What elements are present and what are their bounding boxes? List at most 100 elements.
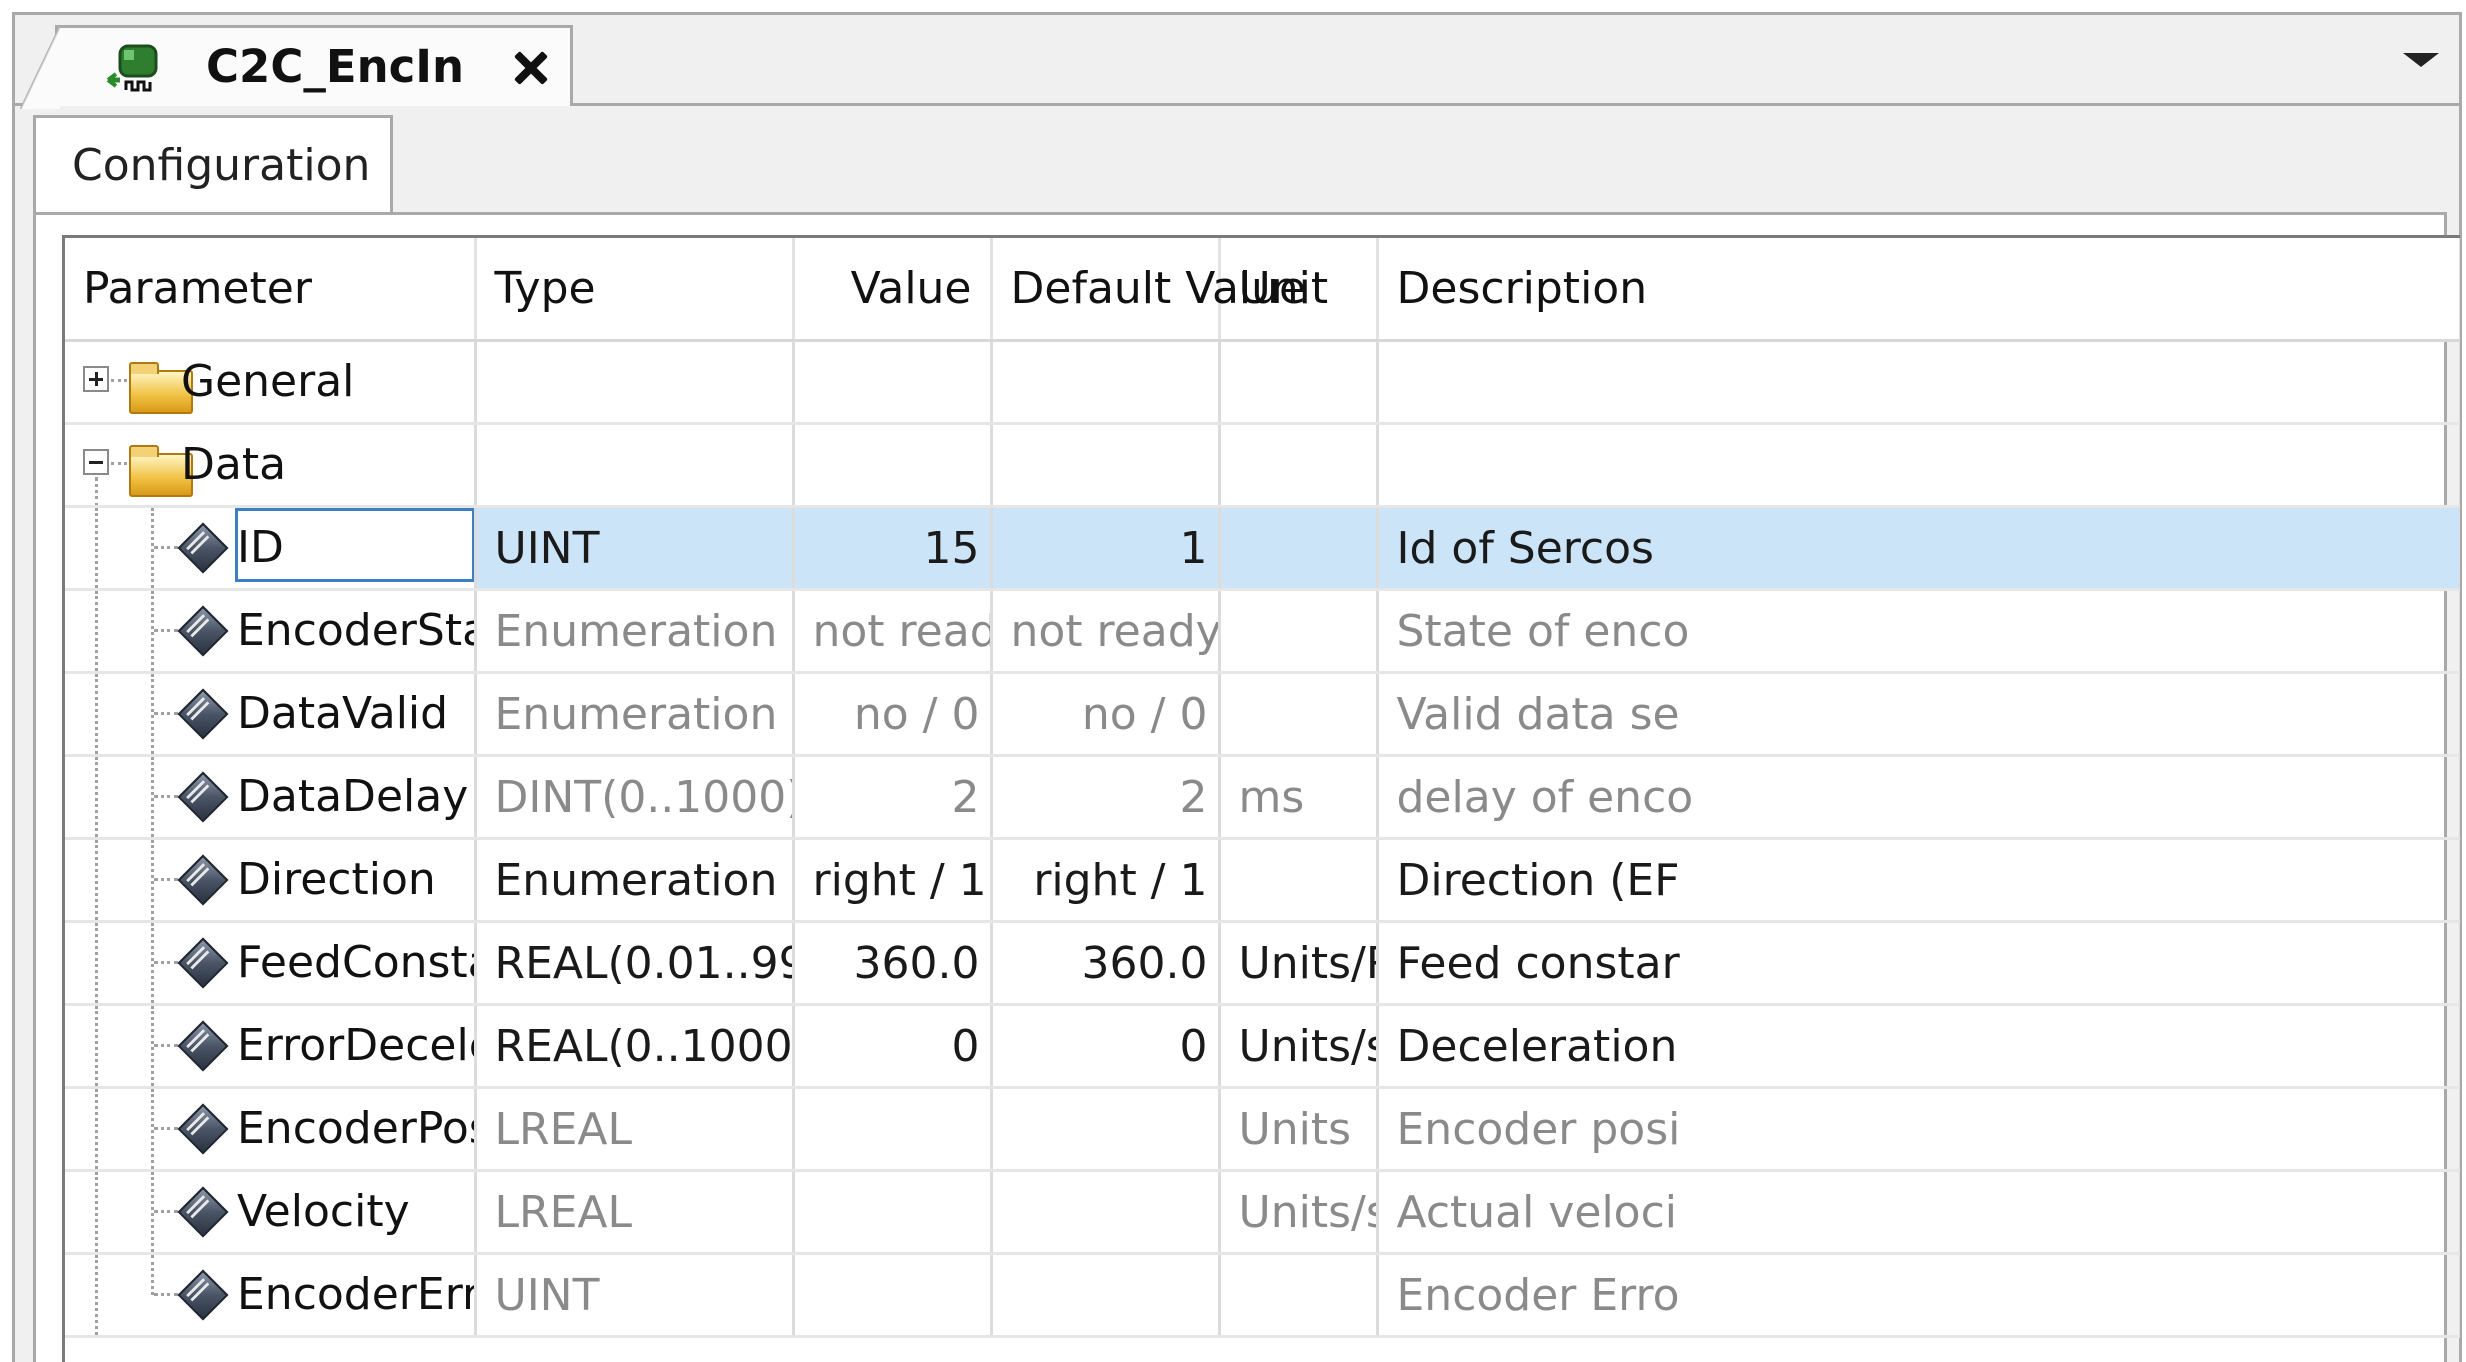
parameter-row[interactable]: DirectionEnumeration of BO...right / 1ri… [65, 838, 2460, 923]
parameter-icon [177, 771, 229, 823]
default-value-cell: 360.0 [991, 921, 1221, 1006]
description-cell: State of enco [1377, 589, 2460, 674]
parameter-name: EncoderPosition [237, 1103, 472, 1154]
default-value-cell [991, 1253, 1221, 1338]
column-header-description[interactable]: Description [1377, 238, 2460, 342]
parameter-cell[interactable]: EncoderError [65, 1253, 477, 1338]
parameter-grid: Parameter Type Value Default Value Unit … [62, 235, 2460, 1362]
default-value-cell: no / 0 [991, 672, 1221, 757]
unit-cell: Units/se... [1219, 1004, 1379, 1089]
value-cell[interactable]: right / 1 [793, 838, 993, 923]
value-cell[interactable] [793, 1253, 993, 1338]
unit-cell [1219, 672, 1379, 757]
configuration-panel: Parameter Type Value Default Value Unit … [33, 212, 2460, 1362]
parameter-name: DataValid [237, 688, 449, 739]
default-value-cell [991, 1087, 1221, 1172]
parameter-icon [177, 854, 229, 906]
parameter-cell[interactable]: ID [65, 506, 477, 591]
value-cell[interactable]: 2 [793, 755, 993, 840]
parameter-icon [177, 1269, 229, 1321]
parameter-row[interactable]: DataDelay DINT(0..1000) 2 2 ms delay of enco [65, 755, 2460, 840]
parameter-row[interactable]: DataValidEnumeration of BO...no / 0no / … [65, 672, 2460, 757]
group-unit-cell [1219, 340, 1379, 425]
description-cell: delay of enco [1377, 755, 2460, 840]
collapse-icon[interactable] [83, 449, 109, 475]
group-unit-cell [1219, 423, 1379, 508]
description-cell: Feed constar [1377, 921, 2460, 1006]
description-cell: Valid data se [1377, 672, 2460, 757]
default-value-cell: right / 1 [991, 838, 1221, 923]
encoder-device-icon [106, 44, 158, 92]
parameter-row[interactable]: EncoderPositionLREAL UnitsEncoder posi [65, 1087, 2460, 1172]
document-tab-strip: C2C_EncIn [15, 15, 2459, 109]
parameter-cell[interactable]: DataDelay [65, 755, 477, 840]
description-cell: Encoder Erro [1377, 1253, 2460, 1338]
parameter-cell[interactable]: EncoderState [65, 589, 477, 674]
parameter-cell[interactable]: DataValid [65, 672, 477, 757]
group-value-cell [793, 423, 993, 508]
unit-cell [1219, 506, 1379, 591]
expand-icon[interactable] [83, 366, 109, 392]
value-cell[interactable]: 0 [793, 1004, 993, 1089]
value-cell[interactable]: 360.0 [793, 921, 993, 1006]
default-value-cell [991, 1170, 1221, 1255]
description-cell: Direction (EF [1377, 838, 2460, 923]
parameter-row[interactable]: Velocity LREAL Units/secActual veloci [65, 1170, 2460, 1255]
unit-cell [1219, 838, 1379, 923]
group-description-cell [1377, 340, 2460, 425]
type-cell: Enumeration of BO... [475, 672, 795, 757]
default-value-cell: 0 [991, 1004, 1221, 1089]
value-cell[interactable] [793, 1087, 993, 1172]
tab-configuration-label: Configuration [72, 140, 371, 191]
column-header-default-value[interactable]: Default Value [991, 238, 1306, 342]
parameter-cell[interactable]: Direction [65, 838, 477, 923]
type-cell: LREAL [475, 1087, 795, 1172]
value-cell[interactable]: no / 0 [793, 672, 993, 757]
type-cell: REAL(0..100000000) [475, 1004, 795, 1089]
default-value-cell: 2 [991, 755, 1221, 840]
parameter-row[interactable]: EncoderErrorUINT Encoder Erro [65, 1253, 2460, 1338]
description-cell: Actual veloci [1377, 1170, 2460, 1255]
parameter-cell[interactable]: FeedConstant [65, 921, 477, 1006]
type-cell: UINT [475, 1253, 795, 1338]
parameter-name: DataDelay [237, 771, 469, 822]
parameter-name: FeedConstant [237, 937, 472, 988]
parameter-icon [177, 1103, 229, 1155]
close-tab-icon[interactable] [510, 48, 550, 88]
type-cell: UINT [475, 506, 795, 591]
parameter-icon [177, 1020, 229, 1072]
tab-list-dropdown-icon[interactable] [2403, 53, 2439, 67]
group-type-cell [475, 340, 795, 425]
unit-cell [1219, 1253, 1379, 1338]
type-cell: DINT(0..1000) [475, 755, 795, 840]
parameter-icon [177, 605, 229, 657]
column-header-unit[interactable]: Unit [1219, 238, 1379, 342]
type-cell: Enumeration of UINT [475, 589, 795, 674]
parameter-row[interactable]: FeedConstantREAL(0.01..999999...360.0360… [65, 921, 2460, 1006]
parameter-cell[interactable]: ErrorDeceleration [65, 1004, 477, 1089]
parameter-row[interactable]: ErrorDecelerationREAL(0..100000000)00Uni… [65, 1004, 2460, 1089]
parameter-table: Parameter Type Value Default Value Unit … [65, 238, 2460, 1338]
description-cell: Deceleration [1377, 1004, 2460, 1089]
group-value-cell [793, 340, 993, 425]
type-cell: LREAL [475, 1170, 795, 1255]
tree-group-row[interactable]: Data [65, 423, 2460, 508]
parameter-cell[interactable]: Velocity [65, 1170, 477, 1255]
tab-configuration[interactable]: Configuration [33, 115, 393, 215]
parameter-row[interactable]: ID UINT 15 1 Id of Sercos [65, 506, 2460, 591]
type-cell: Enumeration of BO... [475, 838, 795, 923]
column-header-type[interactable]: Type [475, 238, 795, 342]
column-header-value[interactable]: Value [793, 238, 993, 342]
column-header-parameter[interactable]: Parameter [65, 238, 477, 342]
value-cell[interactable]: 15 [793, 506, 993, 591]
value-cell[interactable] [793, 1170, 993, 1255]
group-cell: General [65, 340, 477, 425]
parameter-cell[interactable]: EncoderPosition [65, 1087, 477, 1172]
value-cell[interactable]: not ready / 0 [793, 589, 993, 674]
parameter-icon [177, 522, 229, 574]
tree-group-row[interactable]: General [65, 340, 2460, 425]
document-tab[interactable]: C2C_EncIn [20, 25, 573, 109]
group-label: Data [181, 439, 287, 490]
parameter-row[interactable]: EncoderStateEnumeration of UINTnot ready… [65, 589, 2460, 674]
unit-cell: Units/sec [1219, 1170, 1379, 1255]
